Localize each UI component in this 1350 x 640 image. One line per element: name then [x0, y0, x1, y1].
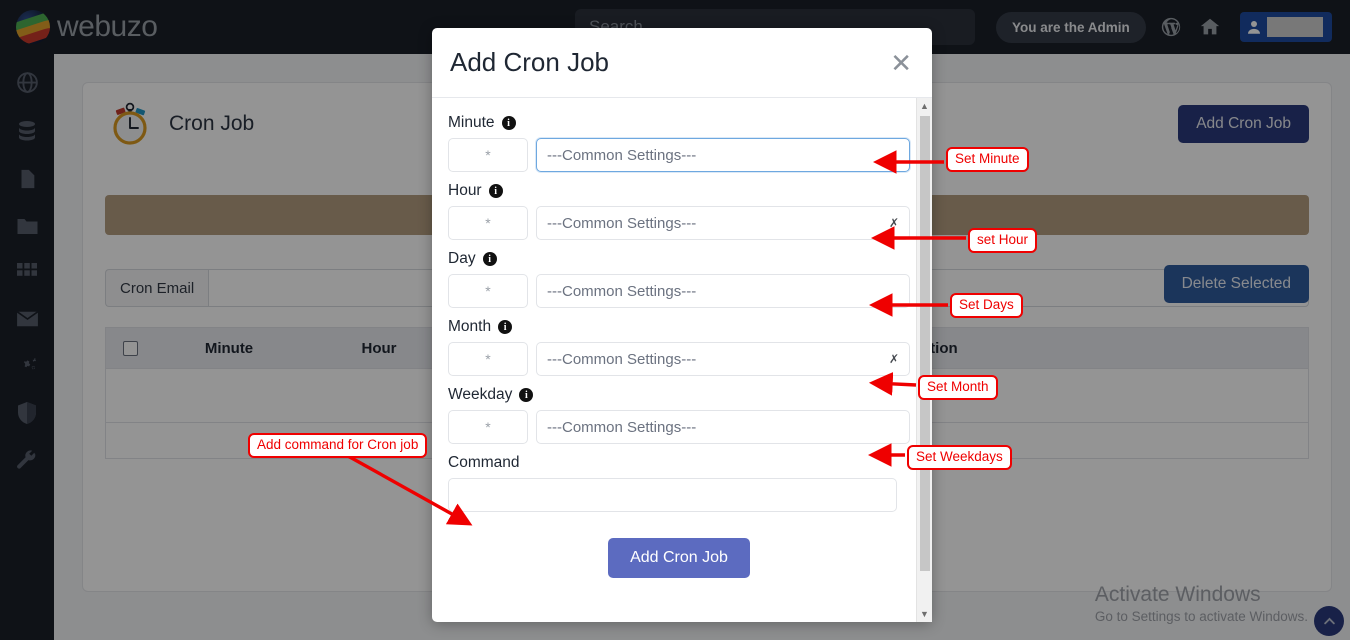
modal-header: Add Cron Job ✕ [432, 28, 932, 98]
annotation-set-hour: set Hour [968, 228, 1037, 253]
hour-select-value: ---Common Settings--- [547, 215, 696, 232]
add-cron-job-modal: Add Cron Job ✕ Minute i ---Common Settin… [432, 28, 932, 622]
weekday-common-settings-select[interactable]: ---Common Settings--- [536, 410, 910, 444]
month-select-value: ---Common Settings--- [547, 351, 696, 368]
day-common-settings-select[interactable]: ---Common Settings--- [536, 274, 910, 308]
scrollbar-thumb[interactable] [920, 116, 930, 571]
minute-common-settings-select[interactable]: ---Common Settings--- [536, 138, 910, 172]
month-common-settings-select[interactable]: ---Common Settings--- ✗ [536, 342, 910, 376]
label-command: Command [448, 454, 910, 472]
label-minute: Minute i [448, 114, 910, 132]
label-minute-text: Minute [448, 114, 495, 132]
annotation-add-command: Add command for Cron job [248, 433, 427, 458]
info-icon-hour[interactable]: i [489, 184, 503, 198]
modal-body: Minute i ---Common Settings--- Hour i --… [432, 98, 932, 622]
label-hour: Hour i [448, 182, 910, 200]
chevron-down-icon-hour: ✗ [889, 216, 899, 230]
minute-select-value: ---Common Settings--- [547, 147, 696, 164]
field-row-weekday: ---Common Settings--- [448, 410, 910, 444]
day-value-input[interactable] [448, 274, 528, 308]
hour-common-settings-select[interactable]: ---Common Settings--- ✗ [536, 206, 910, 240]
scrollbar-down-arrow-icon[interactable]: ▼ [917, 606, 932, 622]
annotation-set-weekdays: Set Weekdays [907, 445, 1012, 470]
day-select-value: ---Common Settings--- [547, 283, 696, 300]
annotation-set-month: Set Month [918, 375, 998, 400]
annotation-set-days: Set Days [950, 293, 1023, 318]
info-icon-minute[interactable]: i [502, 116, 516, 130]
chevron-down-icon-month: ✗ [889, 352, 899, 366]
label-day-text: Day [448, 250, 476, 268]
field-row-hour: ---Common Settings--- ✗ [448, 206, 910, 240]
submit-add-cron-job-button[interactable]: Add Cron Job [608, 538, 750, 578]
command-input[interactable] [448, 478, 897, 512]
info-icon-day[interactable]: i [483, 252, 497, 266]
annotation-set-minute: Set Minute [946, 147, 1029, 172]
month-value-input[interactable] [448, 342, 528, 376]
minute-value-input[interactable] [448, 138, 528, 172]
info-icon-month[interactable]: i [498, 320, 512, 334]
close-icon[interactable]: ✕ [890, 50, 912, 76]
weekday-value-input[interactable] [448, 410, 528, 444]
label-day: Day i [448, 250, 910, 268]
label-weekday: Weekday i [448, 386, 910, 404]
scrollbar-up-arrow-icon[interactable]: ▲ [917, 98, 932, 114]
label-month-text: Month [448, 318, 491, 336]
weekday-select-value: ---Common Settings--- [547, 419, 696, 436]
info-icon-weekday[interactable]: i [519, 388, 533, 402]
hour-value-input[interactable] [448, 206, 528, 240]
label-hour-text: Hour [448, 182, 482, 200]
field-row-day: ---Common Settings--- [448, 274, 910, 308]
label-weekday-text: Weekday [448, 386, 512, 404]
label-month: Month i [448, 318, 910, 336]
field-row-minute: ---Common Settings--- [448, 138, 910, 172]
field-row-month: ---Common Settings--- ✗ [448, 342, 910, 376]
modal-scrollbar[interactable]: ▲ ▼ [916, 98, 932, 622]
modal-title: Add Cron Job [450, 47, 609, 78]
